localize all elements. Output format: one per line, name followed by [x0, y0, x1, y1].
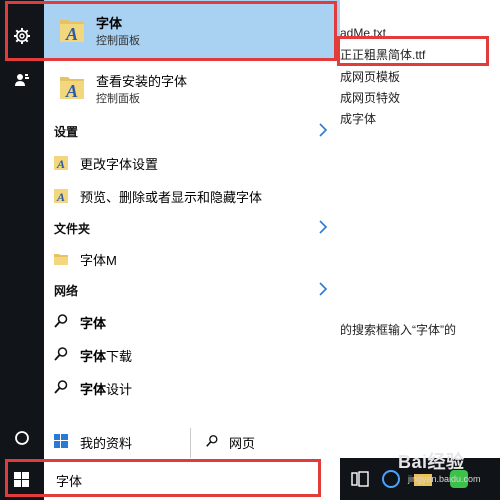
section-heading-folders: 文件夹 — [54, 222, 91, 236]
svg-text:A: A — [56, 157, 65, 170]
tab-my-stuff[interactable]: 我的资料 — [44, 424, 190, 458]
tab-web[interactable]: 网页 — [191, 424, 340, 458]
windows-logo-icon — [14, 472, 29, 487]
search-icon — [206, 435, 218, 447]
start-menu-rail — [0, 0, 44, 458]
search-scope-tabs: 我的资料 网页 — [44, 424, 340, 458]
svg-text:A: A — [65, 24, 78, 44]
section-heading-web: 网络 — [54, 284, 79, 298]
account-button[interactable] — [0, 57, 44, 103]
doc-line-template: 成网页模板 — [340, 70, 401, 84]
watermark-text: Bai经验 — [398, 452, 465, 472]
web-suggestion-label: 字体 — [80, 316, 107, 331]
search-results-panel: A 字体 控制面板 A 查看安装的字体 控制面板 设置 A 更改字体设置 A 预… — [44, 0, 340, 458]
result-subtitle: 控制面板 — [96, 93, 140, 105]
control-panel-font-icon: A — [60, 77, 84, 101]
doc-filename-readme: adMe.txt — [340, 26, 387, 40]
result-preview-delete-fonts[interactable]: A 预览、删除或者显示和隐藏字体 — [44, 180, 340, 210]
windows-logo-icon — [54, 434, 68, 448]
tab-web-label: 网页 — [229, 436, 256, 451]
section-heading-settings: 设置 — [54, 125, 79, 139]
best-match-fonts[interactable]: A 字体 控制面板 — [44, 0, 340, 60]
best-match-subtitle: 控制面板 — [96, 35, 140, 47]
result-label: 更改字体设置 — [80, 157, 159, 172]
user-icon — [15, 74, 29, 86]
power-button[interactable] — [0, 415, 44, 461]
result-title: 查看安装的字体 — [96, 74, 188, 89]
web-suggestion-label: 字体设计 — [80, 382, 133, 397]
result-folder-fonts-m[interactable]: 字体M — [44, 243, 340, 273]
power-icon — [15, 431, 29, 445]
svg-text:A: A — [56, 190, 65, 203]
taskbar-search-box[interactable]: 字体 — [44, 458, 340, 500]
result-label: 预览、删除或者显示和隐藏字体 — [80, 190, 263, 205]
settings-button[interactable] — [0, 13, 44, 59]
folder-icon — [54, 254, 68, 265]
background-document: adMe.txt 正正粗黑简体.ttf 成网页模板 成网页特效 成字体 的搜索框… — [340, 0, 500, 458]
gear-icon — [14, 28, 30, 44]
control-panel-font-icon: A — [60, 20, 84, 44]
font-settings-icon: A — [54, 189, 68, 203]
result-view-installed-fonts[interactable]: A 查看安装的字体 控制面板 — [44, 64, 340, 108]
watermark-url: jingyan.baidu.com — [408, 474, 481, 484]
chevron-right-icon[interactable] — [318, 220, 328, 234]
start-button[interactable] — [0, 458, 44, 500]
tab-my-stuff-label: 我的资料 — [80, 436, 133, 451]
svg-text:A: A — [65, 81, 78, 101]
result-label: 字体M — [80, 253, 117, 268]
search-icon — [54, 380, 68, 394]
doc-filename-font: 正正粗黑简体.ttf — [340, 48, 426, 62]
doc-caption: 的搜索框输入“字体”的 — [340, 323, 456, 337]
font-settings-icon: A — [54, 156, 68, 170]
search-query: 字体 — [56, 474, 83, 489]
web-suggestion-label: 字体下载 — [80, 349, 133, 364]
best-match-title: 字体 — [96, 16, 123, 31]
chevron-right-icon[interactable] — [318, 123, 328, 137]
search-icon — [54, 347, 68, 361]
chevron-right-icon[interactable] — [318, 282, 328, 296]
result-change-font-settings[interactable]: A 更改字体设置 — [44, 147, 340, 177]
web-suggestion[interactable]: 字体设计 — [44, 372, 340, 402]
task-view-icon[interactable] — [350, 468, 372, 490]
doc-line-font: 成字体 — [340, 112, 377, 126]
web-suggestion[interactable]: 字体下载 — [44, 339, 340, 369]
doc-line-effects: 成网页特效 — [340, 91, 401, 105]
search-icon — [54, 314, 68, 328]
watermark-logo: Bai经验 jingyan.baidu.com — [398, 448, 494, 492]
web-suggestion[interactable]: 字体 — [44, 306, 340, 336]
